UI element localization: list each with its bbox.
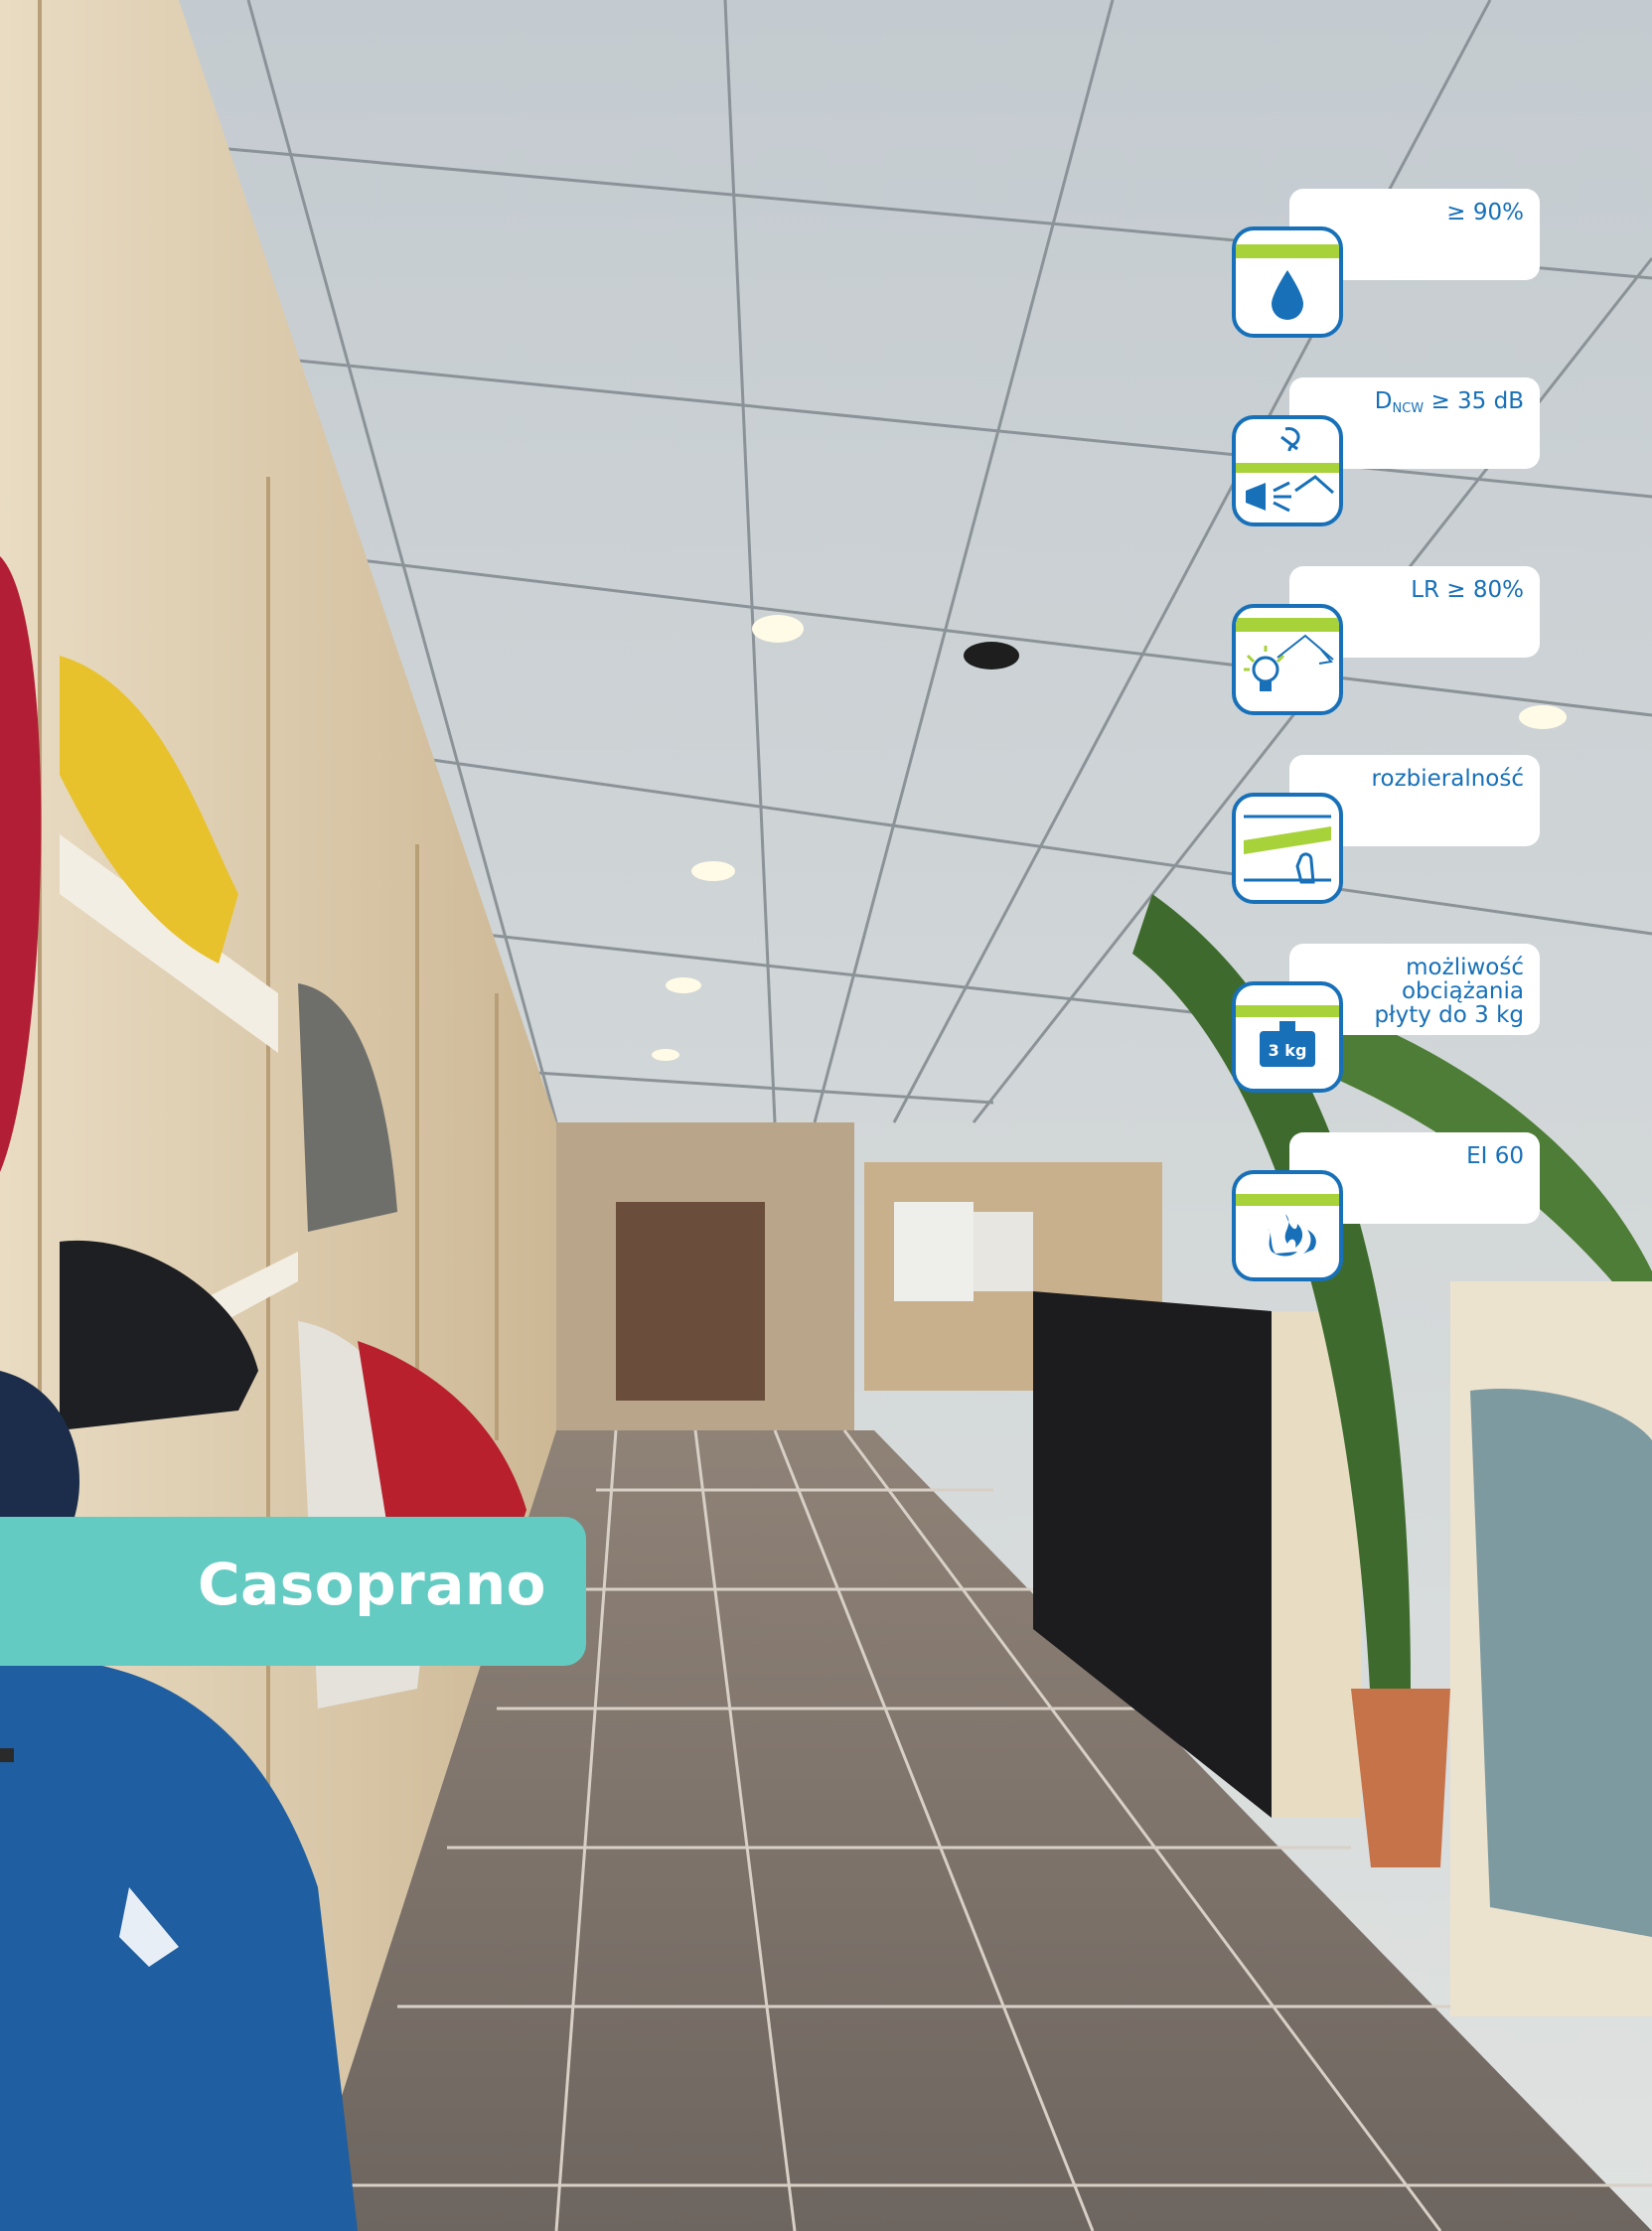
feature-demountable: rozbieralność — [1232, 755, 1540, 904]
product-name: Casoprano — [198, 1551, 546, 1618]
feature-humidity-resistance: ≥ 90% — [1232, 189, 1540, 338]
light-reflection-icon — [1232, 604, 1343, 715]
feature-light-reflection: LR ≥ 80% — [1232, 566, 1540, 715]
page-marker — [0, 1748, 14, 1762]
sound-insulation-icon — [1232, 415, 1343, 526]
weight-icon-label: 3 kg — [1269, 1041, 1307, 1060]
light-reflection-value: LR ≥ 80% — [1411, 577, 1524, 603]
store-interior-photo — [0, 0, 1652, 2231]
fire-resistance-icon — [1232, 1170, 1343, 1281]
sound-value-subscript: NCW — [1392, 401, 1425, 416]
fire-resistance-value: EI 60 — [1466, 1143, 1524, 1169]
sound-value-suffix: ≥ 35 dB — [1424, 388, 1524, 414]
product-name-banner: Casoprano — [0, 1517, 586, 1666]
sound-value-prefix: D — [1374, 388, 1393, 414]
humidity-value: ≥ 90% — [1446, 200, 1524, 225]
feature-load-capacity: możliwość obciążania płyty do 3 kg 3 kg — [1232, 944, 1540, 1093]
demountable-panel-icon — [1232, 793, 1343, 904]
water-drop-icon — [1232, 226, 1343, 338]
weight-load-icon: 3 kg — [1232, 981, 1343, 1093]
feature-fire-resistance: EI 60 — [1232, 1132, 1540, 1281]
load-capacity-text: możliwość obciążania płyty do 3 kg — [1374, 955, 1524, 1028]
demountable-text: rozbieralność — [1371, 766, 1524, 792]
feature-sound-insulation: DNCW ≥ 35 dB — [1232, 377, 1540, 526]
